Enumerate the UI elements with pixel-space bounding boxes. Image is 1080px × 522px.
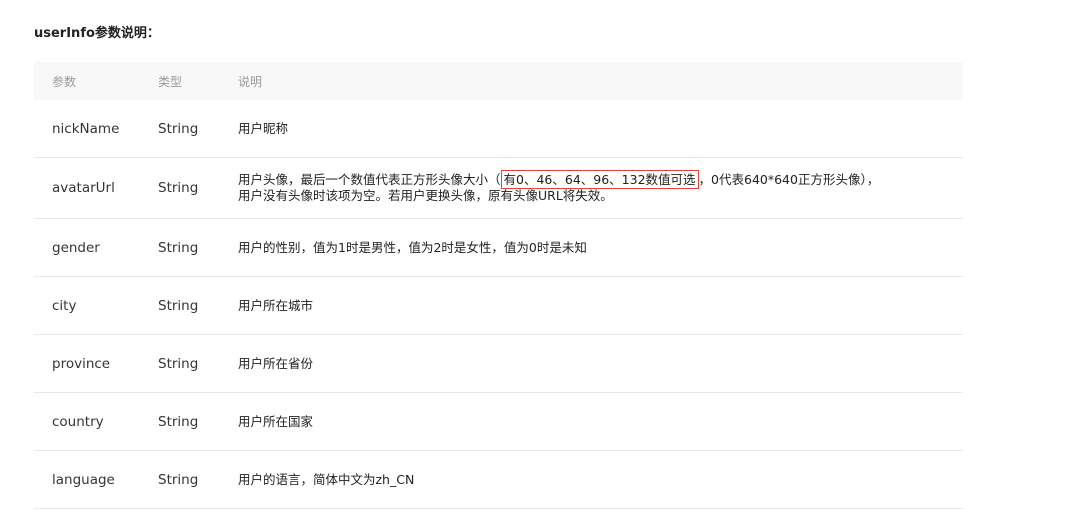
header-type: 类型 (158, 74, 183, 89)
param-cell: country (34, 392, 140, 451)
table-row: country String 用户所在国家 (34, 392, 963, 451)
param-cell: gender (34, 218, 140, 277)
desc-cell: 用户昵称 (220, 100, 963, 158)
type-cell: String (140, 100, 220, 158)
desc-text-post: ，0代表640*640正方形头像）， (698, 172, 880, 187)
type-cell: String (140, 334, 220, 393)
desc-cell: 用户所在城市 (220, 276, 963, 335)
type-cell: String (140, 392, 220, 451)
section-title: userInfo参数说明： (34, 26, 160, 41)
table-row: province String 用户所在省份 (34, 334, 963, 393)
desc-cell: 用户的性别，值为1时是男性，值为2时是女性，值为0时是未知 (220, 218, 963, 277)
highlighted-text: 有0、46、64、96、132数值可选 (500, 170, 699, 189)
type-cell: String (140, 218, 220, 277)
table-row: gender String 用户的性别，值为1时是男性，值为2时是女性，值为0时… (34, 218, 963, 277)
param-cell: language (34, 450, 140, 509)
params-table: 参数 类型 说明 nickName String 用户昵称 avatarUrl … (34, 62, 963, 509)
desc-cell: 用户头像，最后一个数值代表正方形头像大小（ 有0、46、64、96、132数值可选… (220, 157, 963, 219)
type-cell: String (140, 450, 220, 509)
desc-line-1: 用户头像，最后一个数值代表正方形头像大小（ 有0、46、64、96、132数值可选… (238, 170, 963, 189)
param-cell: avatarUrl (34, 157, 140, 219)
table-row: nickName String 用户昵称 (34, 100, 963, 158)
type-cell: String (140, 157, 220, 219)
table-row: city String 用户所在城市 (34, 276, 963, 335)
desc-cell: 用户的语言，简体中文为zh_CN (220, 450, 963, 509)
header-param: 参数 (52, 74, 77, 89)
desc-cell: 用户所在国家 (220, 392, 963, 451)
desc-text-pre: 用户头像，最后一个数值代表正方形头像大小（ (238, 172, 501, 187)
type-cell: String (140, 276, 220, 335)
desc-cell: 用户所在省份 (220, 334, 963, 393)
header-desc: 说明 (238, 74, 263, 89)
desc-line-2: 用户没有头像时该项为空。若用户更换头像，原有头像URL将失效。 (238, 188, 613, 203)
table-header-row: 参数 类型 说明 (34, 62, 963, 100)
param-cell: nickName (34, 100, 140, 158)
table-row: language String 用户的语言，简体中文为zh_CN (34, 450, 963, 509)
table-row: avatarUrl String 用户头像，最后一个数值代表正方形头像大小（ 有0… (34, 157, 963, 219)
param-cell: province (34, 334, 140, 393)
param-cell: city (34, 276, 140, 335)
